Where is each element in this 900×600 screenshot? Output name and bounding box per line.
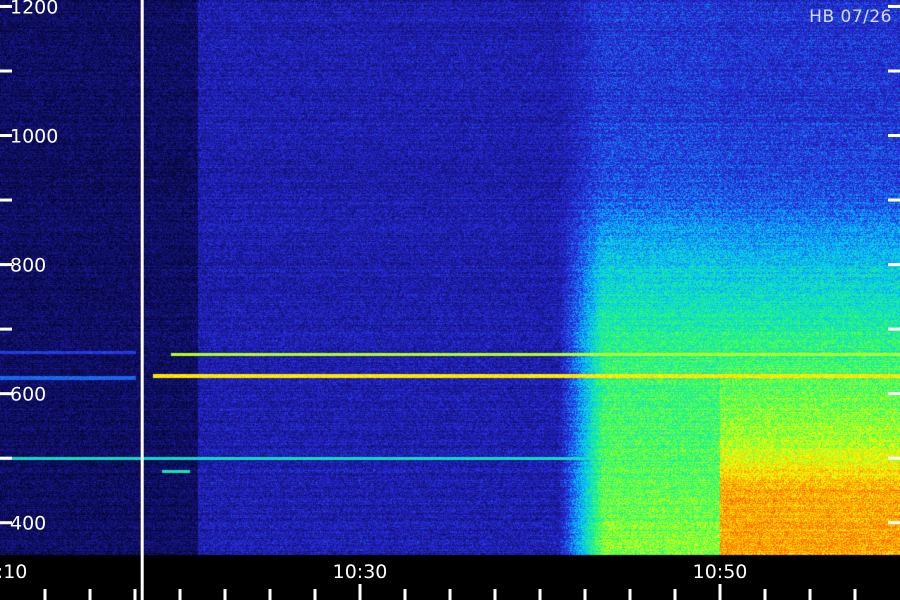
x-axis: 10:10 10:30 10:50 [0, 561, 857, 600]
corner-label: HB 07/26 [809, 7, 892, 27]
y-axis: 1200 1000 800 600 400 [0, 0, 900, 535]
y-tick-label: 600 [10, 384, 46, 406]
spectrogram-chart: 1200 1000 800 600 400 10:10 10:30 10:50 HB 07/… [0, 0, 900, 600]
x-tick-label: 10:10 [0, 561, 27, 583]
y-tick-label: 1200 [10, 0, 58, 18]
x-tick-label: 10:50 [693, 561, 748, 583]
x-tick-label: 10:30 [333, 561, 388, 583]
y-tick-label: 400 [10, 513, 46, 535]
y-tick-label: 1000 [10, 126, 58, 148]
chart-axes: 1200 1000 800 600 400 10:10 10:30 10:50 HB 07/… [0, 0, 900, 600]
y-tick-label: 800 [10, 255, 46, 277]
